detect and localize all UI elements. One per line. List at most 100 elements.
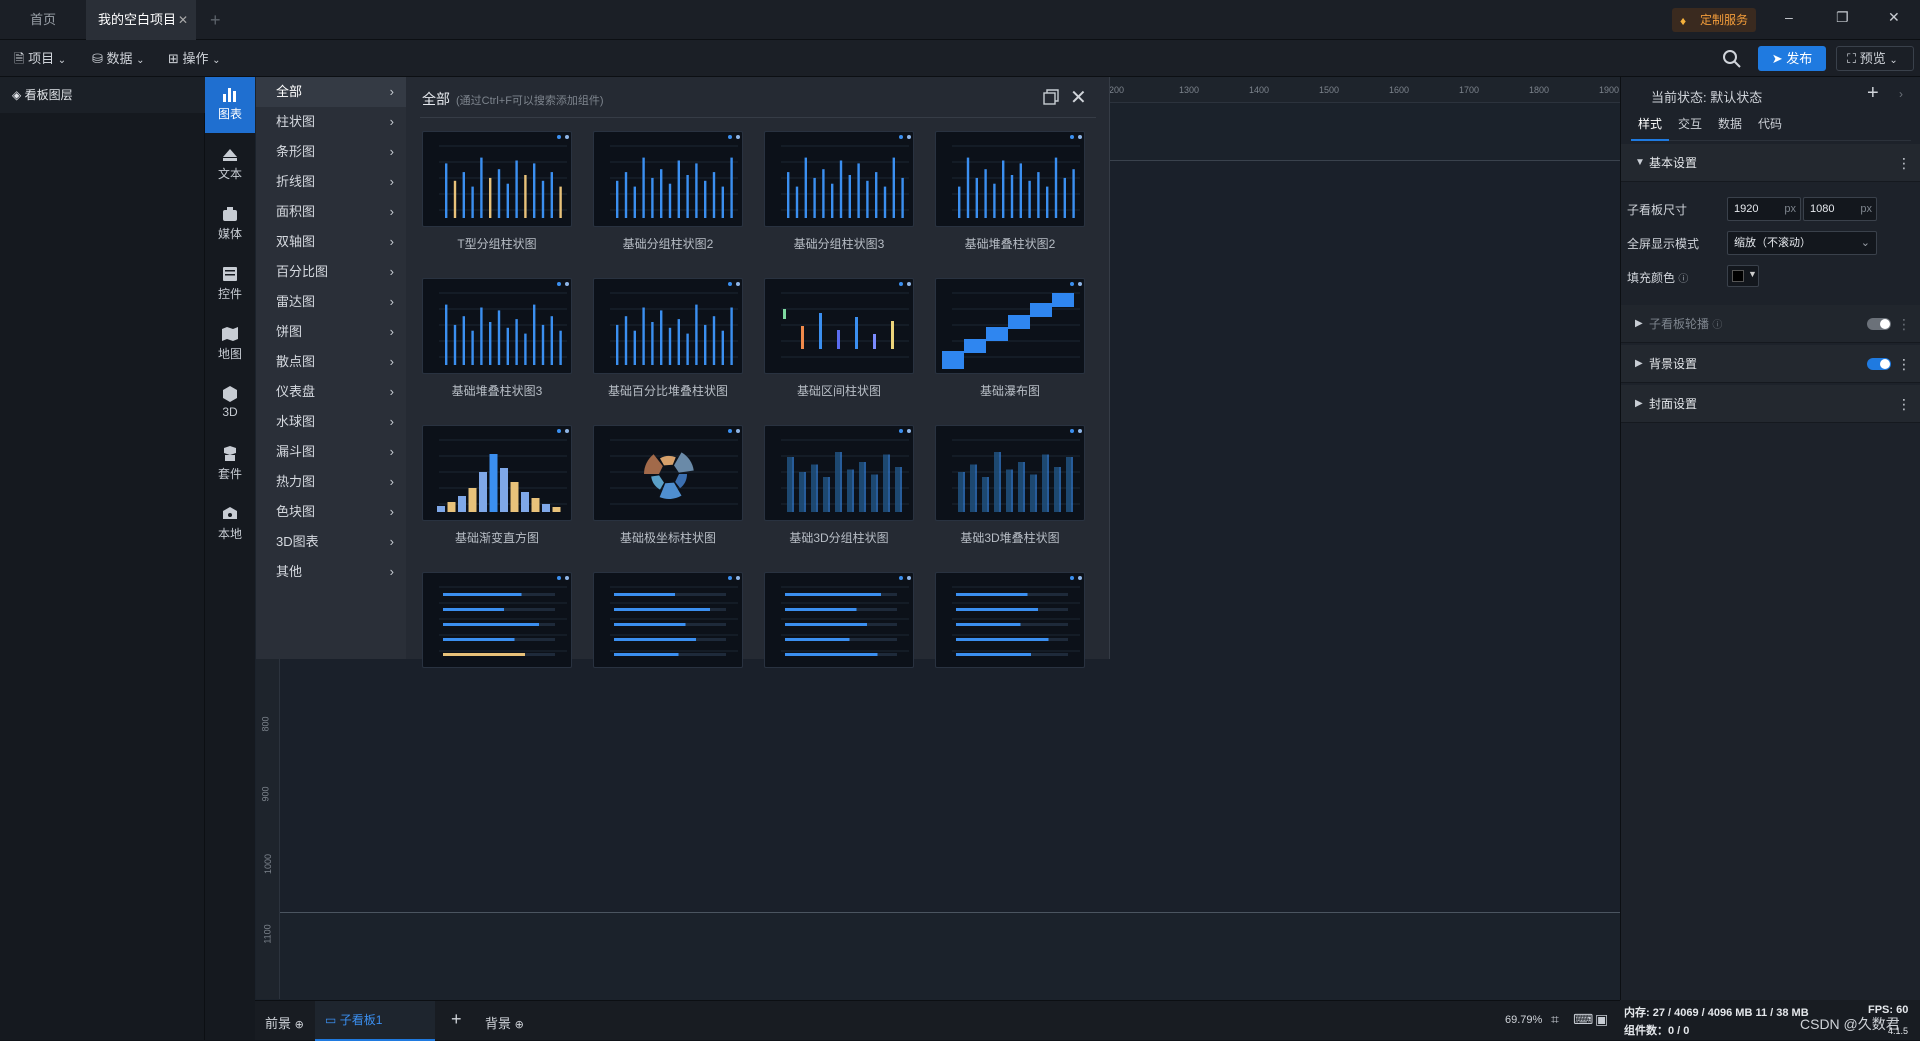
background-toggle[interactable] bbox=[1867, 358, 1891, 370]
foreground-tab[interactable]: 前景 ⊕ bbox=[265, 1013, 304, 1032]
help-icon[interactable]: ⓘ bbox=[1678, 274, 1688, 285]
category-item[interactable]: 漏斗图 › bbox=[256, 437, 406, 467]
more-icon[interactable]: ⋮ bbox=[1897, 345, 1911, 383]
category-item[interactable]: 热力图 › bbox=[256, 467, 406, 497]
more-icon[interactable]: ⋮ bbox=[1897, 385, 1911, 423]
category-item[interactable]: 双轴图 › bbox=[256, 227, 406, 257]
bar bbox=[712, 316, 716, 365]
board-height-input[interactable]: 1080 px bbox=[1803, 197, 1877, 221]
rail-widgets[interactable]: 控件 bbox=[205, 257, 255, 313]
category-item[interactable]: 条形图 › bbox=[256, 137, 406, 167]
search-icon[interactable] bbox=[1722, 49, 1742, 69]
rail-media[interactable]: 媒体 bbox=[205, 197, 255, 253]
preview-button[interactable]: ⛶ 预览 ⌄ bbox=[1836, 46, 1914, 71]
chart-template-card[interactable] bbox=[422, 572, 572, 692]
category-item[interactable]: 其他 › bbox=[256, 557, 406, 587]
chart-template-card[interactable]: 基础堆叠柱状图2 bbox=[935, 131, 1085, 251]
category-item[interactable]: 柱状图 › bbox=[256, 107, 406, 137]
chart-template-card[interactable]: 基础渐变直方图 bbox=[422, 425, 572, 545]
bar-3d-side bbox=[987, 477, 989, 512]
section-cover[interactable]: ▶ 封面设置 ⋮ bbox=[1621, 385, 1920, 423]
chart-template-card[interactable]: 基础百分比堆叠柱状图 bbox=[593, 278, 743, 398]
chart-template-card[interactable]: 基础分组柱状图3 bbox=[764, 131, 914, 251]
chart-template-card[interactable]: T型分组柱状图 bbox=[422, 131, 572, 251]
tab-home[interactable]: 首页 bbox=[18, 0, 68, 40]
bar bbox=[489, 322, 492, 365]
chart-template-card[interactable] bbox=[935, 572, 1085, 692]
minimize-icon[interactable]: – bbox=[1785, 9, 1793, 25]
category-item[interactable]: 雷达图 › bbox=[256, 287, 406, 317]
chevron-down-icon: ⌄ bbox=[212, 55, 221, 66]
category-item[interactable]: 散点图 › bbox=[256, 347, 406, 377]
menu-operations[interactable]: ⊞ 操作 ⌄ bbox=[168, 40, 221, 77]
add-circle-icon[interactable]: ⊕ bbox=[515, 1019, 524, 1031]
add-board-button[interactable]: + bbox=[451, 1009, 462, 1030]
zoom-level[interactable]: 69.79% bbox=[1505, 1014, 1542, 1026]
chart-template-card[interactable]: 基础极坐标柱状图 bbox=[593, 425, 743, 545]
add-state-icon[interactable]: + bbox=[1867, 82, 1879, 105]
close-tab-icon[interactable]: ✕ bbox=[178, 0, 188, 40]
category-item[interactable]: 面积图 › bbox=[256, 197, 406, 227]
board-width-input[interactable]: 1920 px bbox=[1727, 197, 1801, 221]
custom-service-button[interactable]: ♦ 定制服务 bbox=[1672, 8, 1757, 32]
keyboard-icon[interactable]: ⌨ bbox=[1573, 1011, 1593, 1028]
add-tab-button[interactable]: + bbox=[210, 10, 221, 31]
more-icon[interactable]: ⋮ bbox=[1897, 144, 1911, 182]
category-label: 漏斗图 bbox=[276, 444, 316, 459]
menu-project[interactable]: 🗎 项目 ⌄ bbox=[14, 40, 66, 77]
publish-button[interactable]: ➤ 发布 bbox=[1758, 46, 1826, 71]
chart-template-card[interactable]: 基础堆叠柱状图3 bbox=[422, 278, 572, 398]
properties-tab[interactable]: 代码 bbox=[1751, 107, 1789, 141]
category-item[interactable]: 折线图 › bbox=[256, 167, 406, 197]
category-item[interactable]: 色块图 › bbox=[256, 497, 406, 527]
chart-template-card[interactable]: 基础3D堆叠柱状图 bbox=[935, 425, 1085, 545]
picker-hint: (通过Ctrl+F可以搜索添加组件) bbox=[456, 95, 604, 107]
rail-charts[interactable]: 图表 bbox=[205, 77, 255, 133]
close-icon[interactable]: ✕ bbox=[1070, 85, 1087, 110]
rail-label: 套件 bbox=[217, 467, 242, 481]
chart-template-card[interactable]: 基础瀑布图 bbox=[935, 278, 1085, 398]
category-item[interactable]: 百分比图 › bbox=[256, 257, 406, 287]
restore-icon[interactable]: ❐ bbox=[1836, 9, 1849, 26]
add-circle-icon[interactable]: ⊕ bbox=[295, 1019, 304, 1031]
popout-icon[interactable] bbox=[1042, 88, 1060, 106]
carousel-toggle[interactable] bbox=[1867, 318, 1891, 330]
chevron-right-icon[interactable]: › bbox=[1899, 87, 1903, 101]
chart-template-card[interactable]: 基础分组柱状图2 bbox=[593, 131, 743, 251]
tab-project[interactable]: 我的空白项目 ✕ bbox=[86, 0, 196, 40]
chart-template-card[interactable] bbox=[593, 572, 743, 692]
chart-template-card[interactable] bbox=[764, 572, 914, 692]
category-item[interactable]: 饼图 › bbox=[256, 317, 406, 347]
properties-tab[interactable]: 样式 bbox=[1631, 107, 1669, 141]
section-background[interactable]: ▶ 背景设置 ⋮ bbox=[1621, 345, 1920, 383]
hist-bar bbox=[542, 504, 550, 512]
rail-maps[interactable]: 地图 bbox=[205, 317, 255, 373]
bar bbox=[1037, 172, 1040, 218]
rail-3d[interactable]: 3D bbox=[205, 377, 255, 433]
chart-template-card[interactable]: 基础区间柱状图 bbox=[764, 278, 914, 398]
menu-data[interactable]: ⛁ 数据 ⌄ bbox=[92, 40, 145, 77]
fit-screen-icon[interactable]: ⌗ bbox=[1551, 1011, 1559, 1028]
hist-bar bbox=[458, 496, 466, 512]
fullscreen-mode-select[interactable]: 缩放（不滚动） ⌄ bbox=[1727, 231, 1877, 255]
legend-dot bbox=[728, 576, 732, 580]
help-icon[interactable]: ⓘ bbox=[1712, 320, 1722, 331]
more-icon[interactable]: ⋮ bbox=[1897, 305, 1911, 343]
subboard-tab[interactable]: ▭ 子看板1 bbox=[315, 1001, 435, 1041]
category-item[interactable]: 全部 › bbox=[256, 77, 406, 107]
chart-template-card[interactable]: 基础3D分组柱状图 bbox=[764, 425, 914, 545]
rail-text[interactable]: 文本 bbox=[205, 137, 255, 193]
category-item[interactable]: 水球图 › bbox=[256, 407, 406, 437]
section-carousel[interactable]: ▶ 子看板轮播 ⓘ ⋮ bbox=[1621, 305, 1920, 343]
properties-tab[interactable]: 交互 bbox=[1671, 107, 1709, 141]
background-tab[interactable]: 背景 ⊕ bbox=[485, 1013, 524, 1032]
fill-color-picker[interactable]: ▼ bbox=[1727, 265, 1759, 287]
close-window-icon[interactable]: ✕ bbox=[1888, 9, 1900, 26]
terminal-icon[interactable]: ▣ bbox=[1595, 1011, 1608, 1028]
category-item[interactable]: 仪表盘 › bbox=[256, 377, 406, 407]
section-basic[interactable]: ▼ 基本设置 ⋮ bbox=[1621, 144, 1920, 182]
rail-kits[interactable]: 套件 bbox=[205, 437, 255, 493]
rail-local[interactable]: 本地 bbox=[205, 497, 255, 553]
category-item[interactable]: 3D图表 › bbox=[256, 527, 406, 557]
properties-tab[interactable]: 数据 bbox=[1711, 107, 1749, 141]
